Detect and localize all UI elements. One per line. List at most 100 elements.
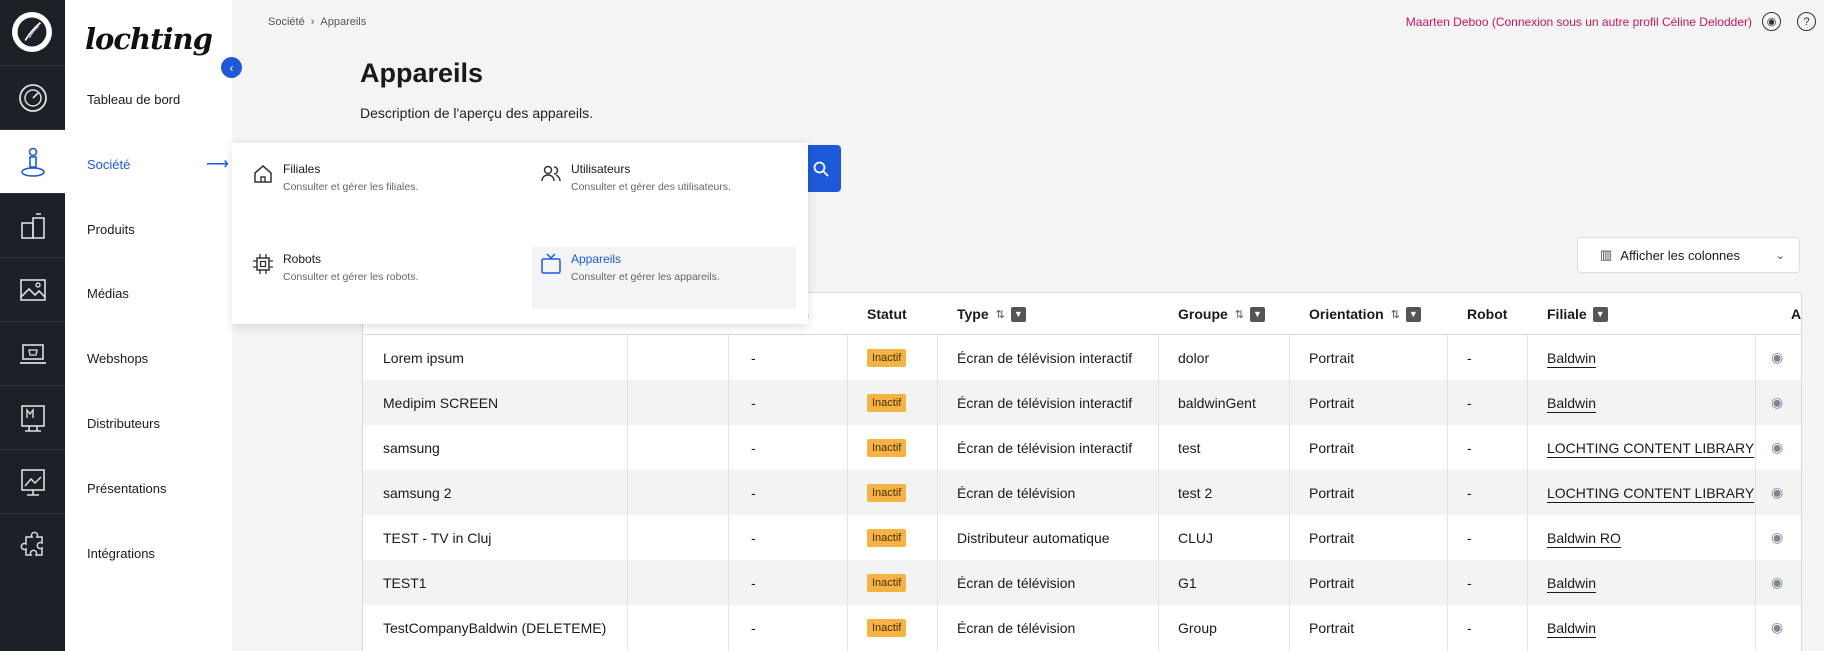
- view-eye-icon[interactable]: ◉: [1771, 605, 1783, 650]
- products-icon[interactable]: [0, 193, 65, 257]
- cell-group-text: baldwinGent: [1178, 394, 1256, 411]
- cell-branch[interactable]: Baldwin: [1547, 380, 1596, 425]
- filter-icon[interactable]: ▼: [1405, 306, 1421, 322]
- cell-robot: -: [1467, 380, 1472, 425]
- cell-type-text: Écran de télévision interactif: [957, 349, 1133, 366]
- filter-icon[interactable]: ▼: [1250, 306, 1265, 322]
- page-title: Appareils: [360, 58, 484, 88]
- cell-type-text: Écran de télévision interactif: [957, 439, 1133, 456]
- table-row[interactable]: Lorem ipsum - Inactif Écran de télévision i…: [363, 335, 1801, 380]
- cell-name-text: TEST - TV in Cluj: [383, 529, 492, 546]
- integrations-icon[interactable]: [0, 513, 65, 577]
- logo-icon[interactable]: [12, 12, 52, 52]
- chip-icon: [253, 254, 273, 274]
- cell-branch[interactable]: LOCHTING CONTENT LIBRARY: [1547, 425, 1754, 470]
- users-icon: [541, 165, 561, 182]
- branch-link[interactable]: Baldwin RO: [1547, 530, 1621, 546]
- devices-table: Ds Statut Type⇅▼ Groupe⇅▼ Orientation⇅▼ …: [362, 292, 1802, 651]
- nav-item-distributors[interactable]: Distributeurs: [87, 416, 160, 431]
- cell-branch[interactable]: Baldwin: [1547, 335, 1596, 380]
- status-badge: Inactif: [867, 483, 907, 502]
- show-columns-button[interactable]: ▥ Afficher les colonnes ⌄: [1577, 237, 1800, 273]
- cell-branch[interactable]: LOCHTING CONTENT LIBRARY: [1547, 470, 1754, 515]
- cell-branch[interactable]: Baldwin RO: [1547, 515, 1621, 560]
- branch-link[interactable]: Baldwin: [1547, 575, 1596, 591]
- collapse-sidebar-button[interactable]: ‹: [221, 57, 242, 78]
- branch-link[interactable]: LOCHTING CONTENT LIBRARY: [1547, 440, 1754, 456]
- breadcrumb-item[interactable]: Société: [268, 16, 305, 28]
- cell-type-text: Écran de télévision interactif: [957, 394, 1133, 411]
- cell-robot: -: [1467, 515, 1472, 560]
- sort-icon[interactable]: ⇅: [1391, 308, 1400, 321]
- help-icon[interactable]: ?: [1797, 12, 1816, 31]
- cell-orientation-text: Portrait: [1309, 574, 1355, 591]
- view-eye-icon[interactable]: ◉: [1771, 425, 1783, 470]
- cell-orientation-text: Portrait: [1309, 394, 1355, 411]
- submenu-item-robots[interactable]: Robots Consulter et gérer les robots.: [252, 252, 418, 283]
- media-icon[interactable]: [0, 257, 65, 321]
- nav-item-dashboard[interactable]: Tableau de bord: [87, 92, 180, 107]
- col-header-type[interactable]: Type ⇅ ▼: [957, 293, 1026, 335]
- submenu-item-title: Filiales: [283, 162, 321, 176]
- branch-link[interactable]: Baldwin: [1547, 395, 1596, 411]
- distributor-icon[interactable]: [0, 385, 65, 449]
- view-eye-icon[interactable]: ◉: [1771, 515, 1783, 560]
- submenu-item-desc: Consulter et gérer des utilisateurs.: [571, 181, 731, 193]
- submenu-item-users[interactable]: Utilisateurs Consulter et gérer des utili…: [540, 162, 731, 193]
- dashboard-icon[interactable]: [0, 65, 65, 129]
- branch-link[interactable]: LOCHTING CONTENT LIBRARY: [1547, 485, 1754, 501]
- col-header-branch[interactable]: Filiale ▼: [1547, 293, 1608, 335]
- sort-icon[interactable]: ⇅: [996, 308, 1005, 321]
- view-eye-icon[interactable]: ◉: [1771, 560, 1783, 605]
- submenu-item-branches[interactable]: Filiales Consulter et gérer les filiales.: [252, 162, 418, 193]
- submenu-item-title: Utilisateurs: [571, 162, 631, 176]
- cell-branch[interactable]: Baldwin: [1547, 605, 1596, 650]
- nav-item-media[interactable]: Médias: [87, 286, 129, 301]
- cell-branch[interactable]: Baldwin: [1547, 560, 1596, 605]
- table-row[interactable]: samsung - Inactif Écran de télévision inter…: [363, 425, 1801, 470]
- cell-status: Inactif: [867, 335, 907, 380]
- view-eye-icon[interactable]: ◉: [1771, 470, 1783, 515]
- nav-item-products[interactable]: Produits: [87, 222, 135, 237]
- brand-logo[interactable]: lochting: [85, 22, 213, 56]
- table-row[interactable]: Medipim SCREEN - Inactif Écran de télévisio…: [363, 380, 1801, 425]
- cell-orientation: Portrait: [1309, 335, 1354, 380]
- table-row[interactable]: TEST1 - Inactif Écran de télévision G1 Portra…: [363, 560, 1801, 605]
- webshop-icon[interactable]: [0, 321, 65, 385]
- cell-group: baldwinGent: [1178, 380, 1256, 425]
- nav-item-company[interactable]: Société: [87, 157, 130, 172]
- table-row[interactable]: TEST - TV in Cluj - Inactif Distributeur au…: [363, 515, 1801, 560]
- cell-group-text: CLUJ: [1178, 529, 1214, 546]
- user-impersonation-link[interactable]: Maarten Deboo (Connexion sous un autre p…: [1406, 15, 1752, 29]
- status-badge: Inactif: [867, 348, 907, 367]
- columns-icon: ▥: [1600, 247, 1613, 262]
- cell-robot-text: -: [1467, 484, 1472, 501]
- company-icon[interactable]: [0, 129, 65, 193]
- view-eye-icon[interactable]: ◉: [1771, 380, 1783, 425]
- branch-link[interactable]: Baldwin: [1547, 620, 1596, 636]
- cell-name-text: TEST1: [383, 574, 427, 591]
- col-header-actions-label: A: [1791, 306, 1802, 322]
- presentation-icon[interactable]: [0, 449, 65, 513]
- nav-item-integrations[interactable]: Intégrations: [87, 546, 155, 561]
- cell-group: test: [1178, 425, 1201, 470]
- table-row[interactable]: samsung 2 - Inactif Écran de télévision test…: [363, 470, 1801, 515]
- col-header-orientation-label: Orientation: [1309, 306, 1384, 322]
- submenu-item-desc: Consulter et gérer les appareils.: [571, 271, 720, 283]
- home-icon: [254, 165, 272, 183]
- nav-item-presentations[interactable]: Présentations: [87, 481, 167, 496]
- table-row[interactable]: TestCompanyBaldwin (DELETEME) - Inactif Écr…: [363, 605, 1801, 650]
- col-header-actions: A: [1791, 293, 1801, 335]
- submenu-item-devices[interactable]: Appareils Consulter et gérer les appareil…: [532, 247, 796, 309]
- filter-icon[interactable]: ▼: [1592, 306, 1608, 322]
- sort-icon[interactable]: ⇅: [1235, 308, 1244, 321]
- branch-link[interactable]: Baldwin: [1547, 350, 1596, 366]
- user-profile-icon[interactable]: ◉: [1762, 12, 1781, 31]
- filter-icon[interactable]: ▼: [1010, 306, 1026, 322]
- view-eye-icon[interactable]: ◉: [1771, 335, 1783, 380]
- col-header-orientation[interactable]: Orientation ⇅ ▼: [1309, 293, 1421, 335]
- chevron-right-icon: ›: [310, 16, 315, 28]
- nav-item-webshops[interactable]: Webshops: [87, 351, 148, 366]
- status-badge: Inactif: [867, 438, 907, 457]
- col-header-group[interactable]: Groupe ⇅ ▼: [1178, 293, 1265, 335]
